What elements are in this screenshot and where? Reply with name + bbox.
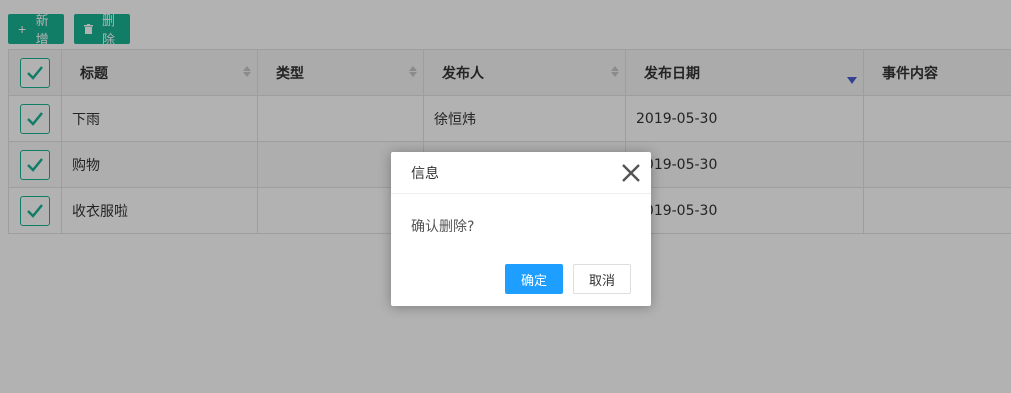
cancel-button[interactable]: 取消: [573, 264, 631, 294]
confirm-button[interactable]: 确定: [505, 264, 563, 294]
dialog-header: 信息: [391, 152, 651, 194]
dialog-message: 确认删除?: [411, 219, 475, 235]
confirm-dialog: 信息 确认删除? 确定 取消: [391, 152, 651, 306]
dialog-title: 信息: [411, 165, 439, 182]
close-icon[interactable]: [621, 163, 641, 183]
dialog-buttons: 确定 取消: [505, 264, 631, 294]
